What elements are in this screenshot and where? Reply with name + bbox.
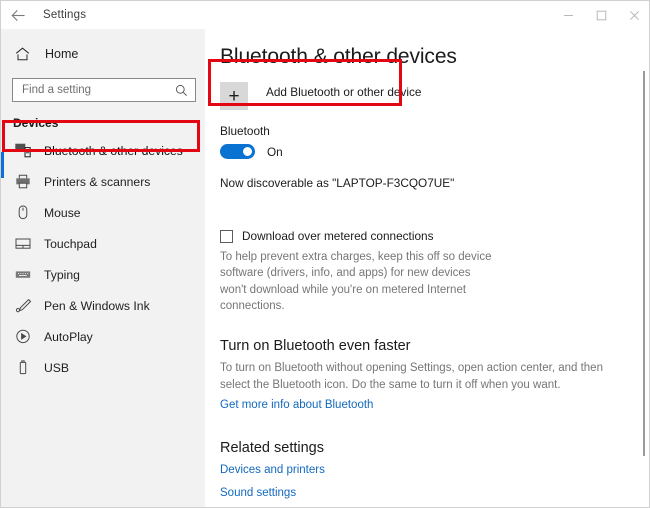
sidebar-item-usb[interactable]: USB [1, 352, 205, 383]
sidebar-item-label: Bluetooth & other devices [44, 143, 183, 158]
sidebar-item-label: Mouse [44, 205, 81, 220]
settings-window: Settings Home Find a setting Devices Blu… [0, 0, 650, 508]
sidebar-item-label: Typing [44, 267, 80, 282]
link-devices-and-printers[interactable]: Devices and printers [220, 464, 649, 476]
add-device-label: Add Bluetooth or other device [266, 85, 422, 99]
search-box[interactable] [12, 78, 196, 102]
page-title: Bluetooth & other devices [220, 45, 457, 68]
metered-description: To help prevent extra charges, keep this… [220, 251, 492, 312]
content-scrollbar[interactable] [643, 71, 645, 456]
back-arrow-icon[interactable] [1, 2, 35, 28]
metered-checkbox[interactable] [220, 229, 233, 243]
window-controls [552, 1, 649, 29]
mouse-icon [15, 204, 35, 222]
bluetooth-toggle-row: On [220, 144, 649, 159]
printer-icon [15, 173, 35, 191]
faster-heading: Turn on Bluetooth even faster [220, 338, 411, 355]
discoverable-status: Now discoverable as "LAPTOP-F3CQO7UE" [220, 176, 455, 190]
related-settings-links: Devices and printers Sound settings Disp… [206, 464, 649, 507]
bluetooth-toggle-state: On [267, 144, 283, 159]
metered-checkbox-row[interactable]: Download over metered connections [220, 229, 649, 243]
sidebar-item-typing[interactable]: Typing [1, 259, 205, 290]
maximize-button[interactable] [585, 1, 618, 29]
keyboard-icon [15, 266, 35, 284]
sidebar-item-label: Printers & scanners [44, 174, 151, 189]
minimize-button[interactable] [552, 1, 585, 29]
app-title: Settings [43, 9, 87, 21]
close-button[interactable] [618, 1, 649, 29]
sidebar-item-label: Pen & Windows Ink [44, 298, 150, 313]
autoplay-icon [15, 328, 35, 346]
get-more-info-link[interactable]: Get more info about Bluetooth [220, 399, 649, 411]
toggle-knob [243, 147, 252, 156]
plus-icon: + [220, 82, 248, 110]
bluetooth-devices-icon [15, 142, 35, 160]
sidebar-item-mouse[interactable]: Mouse [1, 197, 205, 228]
metered-checkbox-label: Download over metered connections [242, 229, 434, 243]
sidebar-item-autoplay[interactable]: AutoPlay [1, 321, 205, 352]
sidebar-item-printers-scanners[interactable]: Printers & scanners [1, 166, 205, 197]
usb-icon [15, 359, 35, 377]
title-bar: Settings [1, 1, 649, 29]
sidebar-item-touchpad[interactable]: Touchpad [1, 228, 205, 259]
link-sound-settings[interactable]: Sound settings [220, 487, 649, 499]
sidebar-item-label: AutoPlay [44, 329, 93, 344]
search-icon[interactable] [172, 81, 191, 100]
sidebar-item-label: Touchpad [44, 236, 97, 251]
sidebar-home-label: Home [45, 47, 79, 61]
search-container [1, 69, 205, 102]
pen-icon [15, 297, 35, 315]
sidebar-item-bluetooth-other-devices[interactable]: Bluetooth & other devices [1, 135, 205, 166]
search-input[interactable] [13, 79, 171, 101]
sidebar-item-home[interactable]: Home [1, 39, 205, 69]
sidebar-item-label: USB [44, 360, 70, 375]
sidebar-item-pen-windows-ink[interactable]: Pen & Windows Ink [1, 290, 205, 321]
related-settings-heading: Related settings [220, 439, 324, 456]
home-icon [15, 47, 37, 61]
sidebar: Home Devices Bluetoo [1, 29, 205, 507]
sidebar-section-label: Devices [13, 116, 59, 130]
touchpad-icon [15, 235, 35, 253]
content-pane: Bluetooth & other devices + Add Bluetoot… [206, 29, 649, 507]
bluetooth-toggle[interactable] [220, 144, 255, 159]
bluetooth-label: Bluetooth [220, 124, 270, 138]
faster-description: To turn on Bluetooth without opening Set… [220, 362, 603, 391]
add-bluetooth-device-button[interactable]: + Add Bluetooth or other device [220, 82, 649, 110]
